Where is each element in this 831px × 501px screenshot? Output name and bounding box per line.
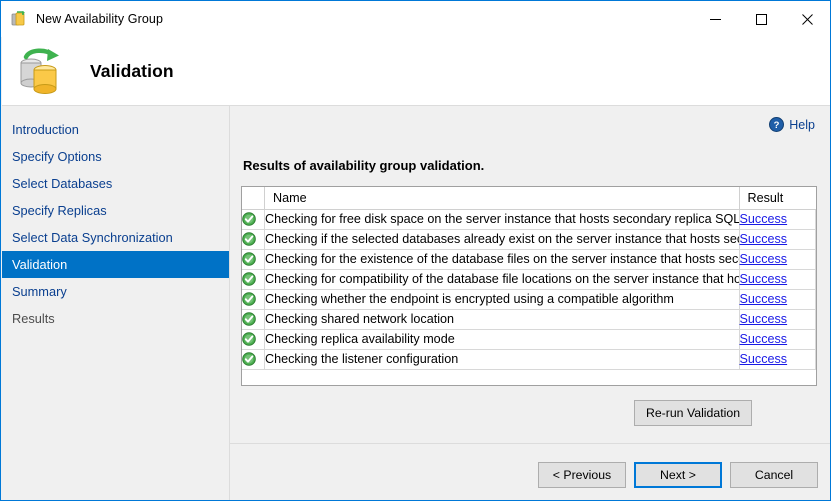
validation-results-grid[interactable]: Name Result Checking for free disk space…: [241, 186, 817, 386]
svg-text:?: ?: [774, 120, 780, 131]
table-row[interactable]: Checking shared network location Success: [242, 309, 816, 329]
result-link[interactable]: Success: [740, 232, 788, 246]
sidebar-item-introduction[interactable]: Introduction: [2, 116, 229, 143]
row-status-cell: [242, 289, 265, 309]
row-result-cell[interactable]: Success: [739, 349, 816, 369]
sidebar-item-validation[interactable]: Validation: [2, 251, 229, 278]
sidebar-item-results[interactable]: Results: [2, 305, 229, 332]
title-bar: New Availability Group: [1, 1, 830, 37]
row-name-cell: Checking shared network location: [265, 309, 740, 329]
row-result-cell[interactable]: Success: [739, 309, 816, 329]
sidebar-item-label: Results: [12, 311, 55, 326]
success-check-icon: [242, 272, 256, 286]
page-header: Validation: [2, 37, 831, 105]
table-row[interactable]: Checking for free disk space on the serv…: [242, 209, 816, 229]
table-row[interactable]: Checking replica availability mode Succe…: [242, 329, 816, 349]
success-check-icon: [242, 312, 256, 326]
help-circle-icon: ?: [769, 117, 784, 132]
row-name-cell: Checking for the existence of the databa…: [265, 249, 740, 269]
help-link-label: Help: [789, 118, 815, 132]
table-row[interactable]: Checking for the existence of the databa…: [242, 249, 816, 269]
success-check-icon: [242, 232, 256, 246]
table-row[interactable]: Checking the listener configuration Succ…: [242, 349, 816, 369]
row-result-cell[interactable]: Success: [739, 269, 816, 289]
minimize-icon: [709, 13, 722, 26]
row-status-cell: [242, 349, 265, 369]
row-result-cell[interactable]: Success: [739, 329, 816, 349]
minimize-button[interactable]: [692, 1, 738, 37]
availability-group-icon: [10, 10, 28, 28]
page-title: Validation: [90, 61, 174, 82]
row-status-cell: [242, 229, 265, 249]
close-icon: [801, 13, 814, 26]
next-button[interactable]: Next >: [634, 462, 722, 488]
previous-button[interactable]: < Previous: [538, 462, 626, 488]
results-caption: Results of availability group validation…: [243, 158, 484, 173]
row-result-cell[interactable]: Success: [739, 229, 816, 249]
row-name-cell: Checking for free disk space on the serv…: [265, 209, 740, 229]
table-row[interactable]: Checking if the selected databases alrea…: [242, 229, 816, 249]
maximize-button[interactable]: [738, 1, 784, 37]
result-link[interactable]: Success: [740, 212, 788, 226]
row-name-cell: Checking the listener configuration: [265, 349, 740, 369]
rerun-validation-button[interactable]: Re-run Validation: [634, 400, 752, 426]
caption-button-group: [692, 1, 830, 37]
sidebar-item-summary[interactable]: Summary: [2, 278, 229, 305]
result-link[interactable]: Success: [740, 252, 788, 266]
column-header-name[interactable]: Name: [265, 187, 740, 209]
result-link[interactable]: Success: [740, 312, 788, 326]
content-pane: ? Help Results of availability group val…: [230, 106, 831, 443]
row-result-cell[interactable]: Success: [739, 249, 816, 269]
row-result-cell[interactable]: Success: [739, 209, 816, 229]
row-status-cell: [242, 329, 265, 349]
database-replication-icon: [12, 43, 68, 99]
success-check-icon: [242, 352, 256, 366]
sidebar-item-specify-options[interactable]: Specify Options: [2, 143, 229, 170]
column-header-result[interactable]: Result: [739, 187, 816, 209]
success-check-icon: [242, 212, 256, 226]
result-link[interactable]: Success: [740, 352, 788, 366]
row-status-cell: [242, 249, 265, 269]
cancel-button[interactable]: Cancel: [730, 462, 818, 488]
sidebar-item-label: Validation: [12, 257, 67, 272]
sidebar-item-select-databases[interactable]: Select Databases: [2, 170, 229, 197]
result-link[interactable]: Success: [740, 332, 788, 346]
sidebar-item-specify-replicas[interactable]: Specify Replicas: [2, 197, 229, 224]
row-name-cell: Checking for compatibility of the databa…: [265, 269, 740, 289]
sidebar-item-label: Select Data Synchronization: [12, 230, 173, 245]
row-result-cell[interactable]: Success: [739, 289, 816, 309]
result-link[interactable]: Success: [740, 292, 788, 306]
maximize-icon: [755, 13, 768, 26]
sidebar-item-select-data-synchronization[interactable]: Select Data Synchronization: [2, 224, 229, 251]
success-check-icon: [242, 332, 256, 346]
sidebar-item-label: Specify Options: [12, 149, 102, 164]
sidebar-item-label: Specify Replicas: [12, 203, 107, 218]
row-name-cell: Checking whether the endpoint is encrypt…: [265, 289, 740, 309]
row-name-cell: Checking replica availability mode: [265, 329, 740, 349]
help-link[interactable]: ? Help: [769, 117, 815, 132]
row-status-cell: [242, 209, 265, 229]
table-row[interactable]: Checking for compatibility of the databa…: [242, 269, 816, 289]
result-link[interactable]: Success: [740, 272, 788, 286]
window-title: New Availability Group: [36, 12, 163, 26]
sidebar-item-label: Select Databases: [12, 176, 112, 191]
sidebar-item-label: Introduction: [12, 122, 79, 137]
table-row[interactable]: Checking whether the endpoint is encrypt…: [242, 289, 816, 309]
close-button[interactable]: [784, 1, 830, 37]
row-name-cell: Checking if the selected databases alrea…: [265, 229, 740, 249]
wizard-step-nav: Introduction Specify Options Select Data…: [2, 106, 229, 501]
row-status-cell: [242, 269, 265, 289]
row-status-cell: [242, 309, 265, 329]
wizard-footer: < Previous Next > Cancel: [230, 444, 831, 501]
success-check-icon: [242, 252, 256, 266]
sidebar-item-label: Summary: [12, 284, 67, 299]
new-availability-group-window: New Availability Group: [0, 0, 831, 501]
grid-header-row: Name Result: [242, 187, 816, 209]
success-check-icon: [242, 292, 256, 306]
column-header-status[interactable]: [242, 187, 265, 209]
